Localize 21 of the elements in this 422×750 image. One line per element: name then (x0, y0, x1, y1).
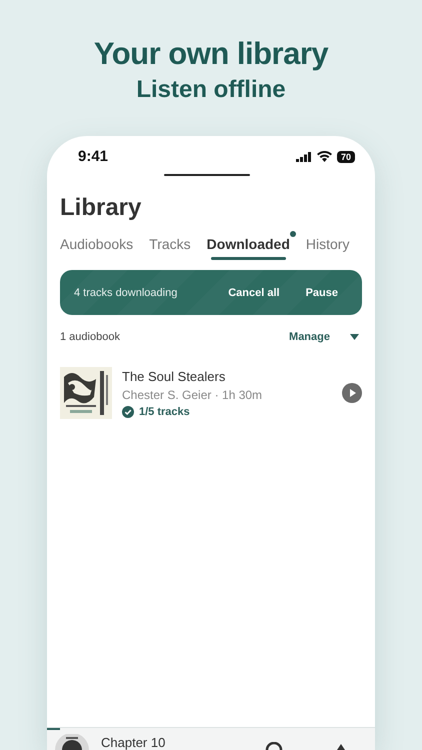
book-meta: Chester S. Geier · 1h 30m (122, 388, 264, 402)
banner-action-button[interactable]: Pause (296, 282, 348, 302)
item-count: 1 audiobook (60, 331, 121, 343)
battery-indicator: 70 (336, 150, 355, 162)
subheadline: Listen offline (136, 76, 286, 104)
wifi-icon (316, 151, 332, 162)
headline: Your own library (94, 36, 328, 72)
tab[interactable]: Audiobooks (60, 230, 140, 260)
screen-title: Library (59, 193, 142, 222)
tab[interactable]: History (306, 230, 356, 260)
banner-text: 4 tracks downloading (74, 286, 178, 298)
caret-icon[interactable] (350, 334, 359, 340)
signal-icon (296, 152, 312, 162)
chapter-title: Chapter 10 (101, 736, 166, 750)
play-button[interactable] (342, 383, 362, 403)
tab[interactable]: Downloaded (206, 230, 297, 260)
book-title[interactable]: The Soul Stealers (122, 368, 332, 384)
banner-action-button[interactable]: Cancel all (218, 282, 290, 302)
tab[interactable]: Tracks (149, 230, 198, 260)
status-time: 9:41 (78, 148, 108, 165)
manage-button[interactable]: Manage (289, 331, 330, 343)
